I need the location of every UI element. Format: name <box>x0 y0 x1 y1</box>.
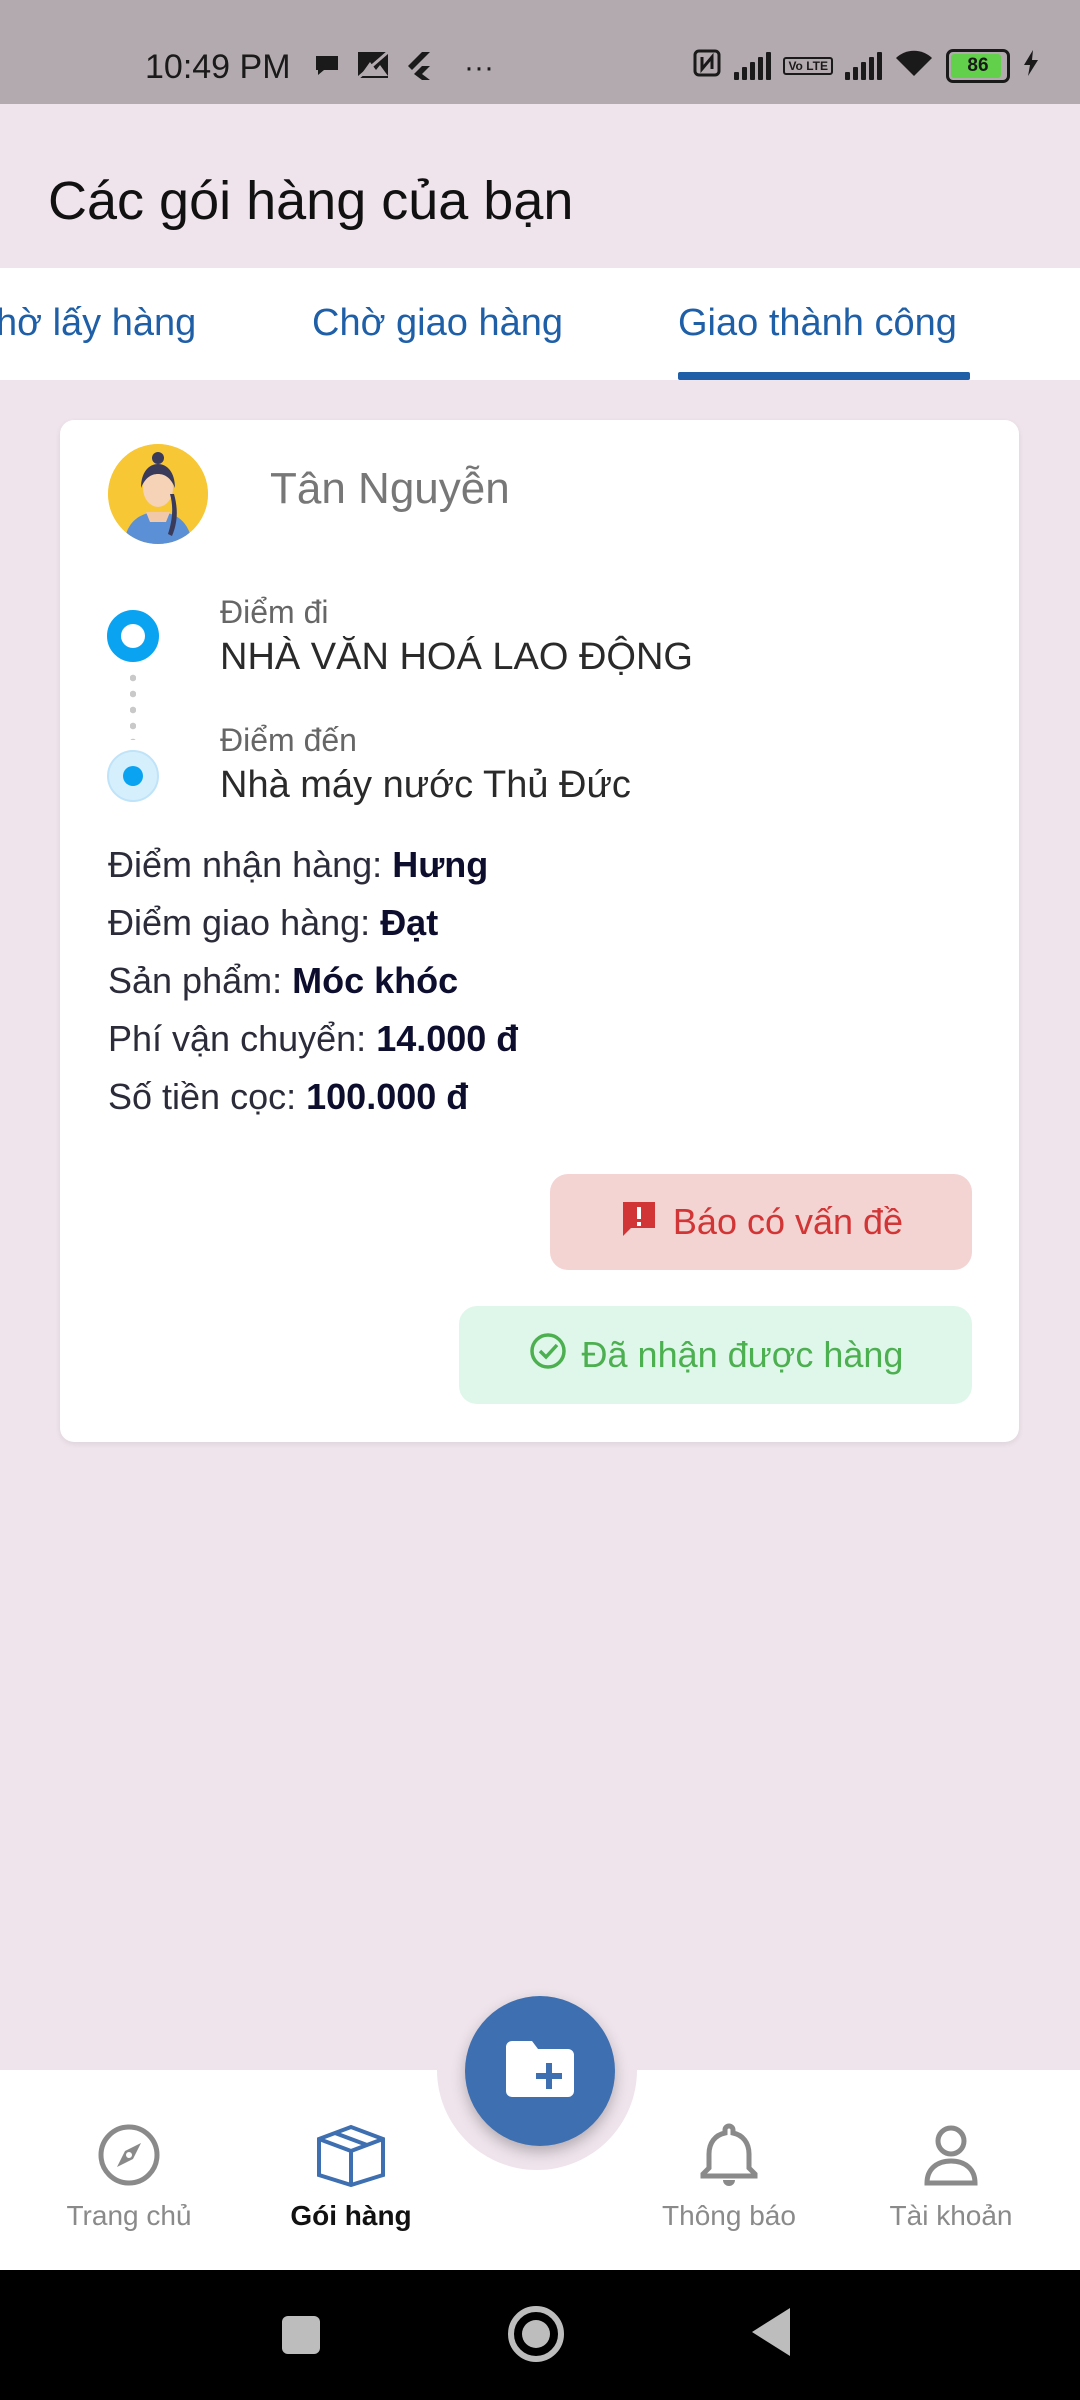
tab-delivered[interactable]: Giao thành công <box>678 302 957 345</box>
image-icon <box>356 50 390 85</box>
folder-add-icon <box>504 2039 576 2104</box>
origin-value: NHÀ VĂN HOÁ LAO ĐỘNG <box>220 636 693 678</box>
detail-value: 100.000 đ <box>306 1076 469 1117</box>
charging-icon <box>1022 48 1040 83</box>
nav-notifications-label: Thông báo <box>662 2200 796 2231</box>
route-connector <box>130 670 136 740</box>
nfc-icon <box>692 48 722 83</box>
package-card[interactable]: Tân Nguyễn Điểm đi NHÀ VĂN HOÁ LAO ĐỘNG … <box>60 420 1019 1442</box>
destination-dot-icon <box>107 750 159 802</box>
recents-button[interactable] <box>282 2316 320 2354</box>
nav-home-label: Trang chủ <box>66 2200 192 2231</box>
nav-account[interactable]: Tài khoản <box>841 2120 1061 2232</box>
detail-label: Số tiền cọc: <box>108 1076 297 1117</box>
tab-active-indicator <box>678 372 970 380</box>
tab-bar: hờ lấy hàng Chờ giao hàng Giao thành côn… <box>0 268 1080 380</box>
tab-awaiting-pickup[interactable]: hờ lấy hàng <box>0 302 196 345</box>
tab-awaiting-delivery[interactable]: Chờ giao hàng <box>312 302 563 345</box>
page-title: Các gói hàng của bạn <box>48 171 574 231</box>
user-name: Tân Nguyễn <box>270 464 510 513</box>
detail-product: Sản phẩm: Móc khóc <box>108 960 458 1002</box>
detail-label: Phí vận chuyển: <box>108 1018 367 1059</box>
signal-icon <box>734 51 772 80</box>
compass-icon <box>19 2120 239 2190</box>
nav-packages-label: Gói hàng <box>290 2200 412 2231</box>
nav-home[interactable]: Trang chủ <box>19 2120 239 2232</box>
more-icon: ··· <box>464 50 494 84</box>
status-bar: 10:49 PM ··· Vo LTE 86 <box>0 0 1080 104</box>
origin-label: Điểm đi <box>220 594 329 630</box>
nav-notifications[interactable]: Thông báo <box>619 2120 839 2232</box>
report-alert-icon <box>619 1198 659 1247</box>
detail-label: Điểm giao hàng: <box>108 902 371 943</box>
home-button[interactable] <box>508 2306 564 2362</box>
battery-icon: 86 <box>946 48 1010 83</box>
back-button[interactable] <box>752 2308 790 2356</box>
volte-icon: Vo LTE <box>783 56 833 75</box>
destination-label: Điểm đến <box>220 722 357 758</box>
detail-value: Đạt <box>380 902 439 943</box>
person-icon <box>841 2120 1061 2190</box>
bell-icon <box>619 2120 839 2190</box>
detail-receiver: Điểm nhận hàng: Hưng <box>108 844 488 886</box>
chat-bubble-icon <box>312 50 342 85</box>
detail-deliverer: Điểm giao hàng: Đạt <box>108 902 438 944</box>
report-issue-button[interactable]: Báo có vấn đề <box>550 1174 972 1270</box>
detail-label: Điểm nhận hàng: <box>108 844 383 885</box>
nav-account-label: Tài khoản <box>889 2200 1013 2231</box>
check-circle-icon <box>528 1331 568 1380</box>
battery-level: 86 <box>967 54 989 76</box>
received-button[interactable]: Đã nhận được hàng <box>459 1306 972 1404</box>
received-label: Đã nhận được hàng <box>581 1334 904 1375</box>
detail-label: Sản phẩm: <box>108 960 283 1001</box>
detail-value: Móc khóc <box>292 960 459 1001</box>
signal-icon <box>845 51 882 80</box>
destination-value: Nhà máy nước Thủ Đức <box>220 764 631 806</box>
detail-shipping-fee: Phí vận chuyển: 14.000 đ <box>108 1018 518 1060</box>
origin-dot-icon <box>107 610 159 662</box>
report-issue-label: Báo có vấn đề <box>672 1201 904 1242</box>
nav-packages[interactable]: Gói hàng <box>241 2120 461 2232</box>
detail-value: Hưng <box>392 844 489 885</box>
wifi-icon <box>894 48 934 83</box>
add-package-fab[interactable] <box>465 1996 615 2146</box>
detail-deposit: Số tiền cọc: 100.000 đ <box>108 1076 468 1118</box>
package-icon <box>241 2120 461 2190</box>
avatar <box>108 444 208 544</box>
detail-value: 14.000 đ <box>376 1018 519 1059</box>
flutter-icon <box>404 50 432 85</box>
status-time: 10:49 PM <box>145 48 291 86</box>
